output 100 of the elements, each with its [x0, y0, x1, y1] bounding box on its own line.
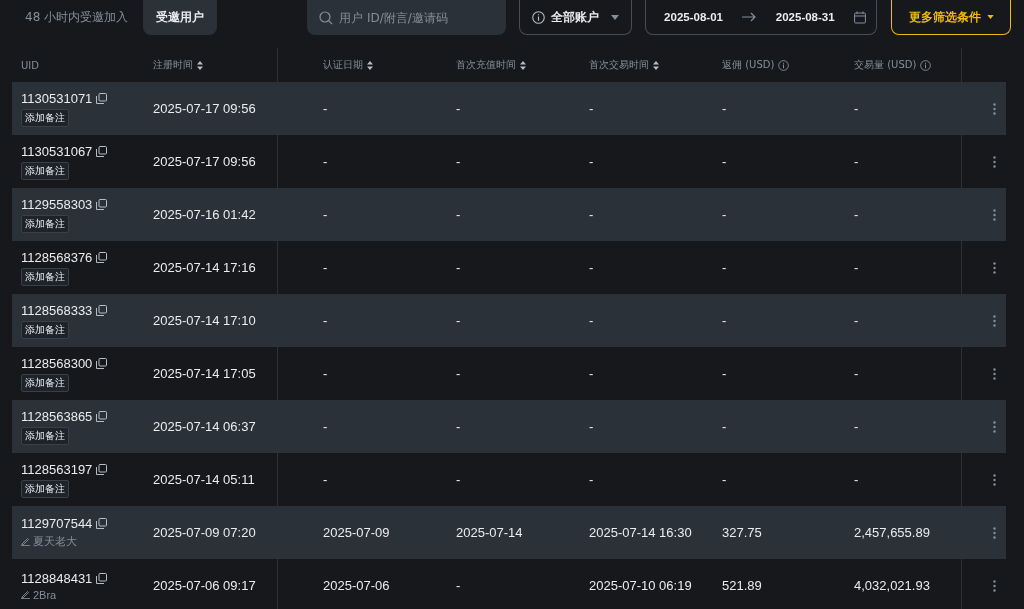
table-cell: -: [323, 101, 328, 116]
pencil-icon[interactable]: [21, 537, 30, 546]
add-note-button[interactable]: 添加备注: [21, 161, 69, 180]
table-cell: 327.75: [722, 525, 762, 540]
table-cell: -: [456, 101, 461, 116]
info-icon: [920, 59, 932, 71]
table-cell: 521.89: [722, 578, 762, 593]
table-cell: 2025-07-09: [323, 525, 390, 540]
table-cell: 2025-07-14 17:16: [153, 260, 256, 275]
calendar-icon[interactable]: [854, 10, 867, 24]
table-cell: -: [456, 313, 461, 328]
table-cell: 2025-07-14: [456, 525, 523, 540]
tab[interactable]: 受邀用户: [143, 0, 218, 35]
copy-icon[interactable]: [96, 410, 108, 422]
more-options-icon[interactable]: [993, 367, 996, 380]
table-cell: -: [854, 313, 859, 328]
table-cell: 2,457,655.89: [854, 525, 930, 540]
table-cell: -: [456, 260, 461, 275]
table-cell: -: [456, 578, 461, 593]
more-options-icon[interactable]: [993, 473, 996, 486]
uid-text: 1128563197: [21, 461, 93, 477]
table-cell: 2025-07-10 06:19: [589, 578, 692, 593]
sort-icon[interactable]: [197, 60, 203, 70]
start-date: 2025-08-01: [664, 11, 723, 23]
tab[interactable]: 48 小时内受邀加入: [12, 0, 142, 35]
search-box[interactable]: 用户 ID/附言/邀请码: [307, 0, 507, 35]
copy-icon[interactable]: [96, 518, 108, 529]
end-date: 2025-08-31: [775, 11, 835, 23]
table-cell: -: [854, 260, 859, 275]
copy-icon[interactable]: [96, 357, 108, 369]
uid-text: 1128848431: [21, 570, 93, 586]
copy-icon[interactable]: [96, 572, 108, 584]
copy-icon[interactable]: [96, 198, 108, 210]
more-options-icon[interactable]: [993, 208, 996, 221]
table-cell: 2025-07-06 09:17: [153, 578, 256, 593]
column-header: 认证日期: [323, 58, 363, 72]
sort-icon[interactable]: [653, 60, 659, 70]
add-note-button[interactable]: 添加备注: [21, 373, 69, 392]
table-cell: -: [589, 419, 594, 434]
more-options-icon[interactable]: [993, 102, 996, 115]
column-header: 首次交易时间: [589, 58, 649, 72]
table-cell: -: [323, 366, 328, 381]
table-cell: 2025-07-14 05:11: [153, 472, 255, 487]
caret-icon: [611, 14, 620, 20]
copy-icon[interactable]: [96, 304, 108, 316]
add-note-button[interactable]: 添加备注: [21, 320, 69, 339]
sort-icon[interactable]: [520, 60, 526, 70]
add-note-button[interactable]: 添加备注: [21, 479, 69, 498]
uid-text: 1129558303: [21, 196, 93, 212]
table-cell: -: [456, 419, 461, 434]
date-range-field[interactable]: 2025-08-01 2025-08-31: [645, 0, 878, 35]
table-cell: 2025-07-14 06:37: [153, 419, 256, 434]
table-cell: 2025-07-06: [323, 578, 390, 593]
table-cell: -: [589, 207, 594, 222]
pencil-icon[interactable]: [21, 590, 30, 599]
column-header: UID: [21, 59, 39, 71]
table-cell: 2025-07-16 01:42: [153, 207, 256, 222]
table-cell: -: [722, 101, 727, 116]
column-header: 注册时间: [153, 58, 193, 72]
uid-text: 1128568376: [21, 249, 93, 265]
table-cell: -: [722, 366, 727, 381]
info-icon: [532, 10, 546, 24]
add-note-button[interactable]: 添加备注: [21, 267, 69, 286]
table-cell: -: [323, 419, 328, 434]
add-note-button[interactable]: 添加备注: [21, 426, 69, 445]
table-cell: -: [589, 101, 594, 116]
uid-text: 1129707544: [21, 516, 93, 531]
uid-text: 1128568333: [21, 302, 93, 318]
column-header: 返佣 (USD): [722, 58, 775, 72]
table-cell: -: [323, 154, 328, 169]
more-filters-button[interactable]: 更多筛选条件: [891, 0, 1012, 35]
table-cell: -: [589, 154, 594, 169]
copy-icon[interactable]: [96, 92, 108, 104]
table-cell: -: [456, 154, 461, 169]
table-cell: -: [854, 472, 859, 487]
table-cell: -: [323, 472, 328, 487]
sort-icon[interactable]: [367, 60, 373, 70]
add-note-button[interactable]: 添加备注: [21, 214, 69, 233]
table-cell: -: [854, 101, 859, 116]
uid-text: 1128563865: [21, 408, 93, 424]
more-options-icon[interactable]: [993, 420, 996, 433]
table-cell: -: [854, 419, 859, 434]
table-cell: -: [722, 207, 727, 222]
more-options-icon[interactable]: [993, 579, 996, 592]
more-options-icon[interactable]: [993, 526, 996, 539]
search-field[interactable]: 用户 ID/附言/邀请码: [339, 0, 507, 35]
more-options-icon[interactable]: [993, 261, 996, 274]
table-cell: -: [722, 472, 727, 487]
info-icon: [778, 59, 790, 71]
remark-text: 夏天老大: [33, 534, 77, 549]
add-note-button[interactable]: 添加备注: [21, 108, 69, 127]
copy-icon[interactable]: [96, 145, 108, 157]
more-options-icon[interactable]: [993, 155, 996, 168]
more-options-icon[interactable]: [993, 314, 996, 327]
copy-icon[interactable]: [96, 463, 108, 475]
table-cell: -: [323, 313, 328, 328]
table-cell: -: [722, 419, 727, 434]
account-select[interactable]: 全部账户: [519, 0, 633, 35]
copy-icon[interactable]: [96, 251, 108, 263]
remark-text: 2Bra: [33, 588, 57, 601]
